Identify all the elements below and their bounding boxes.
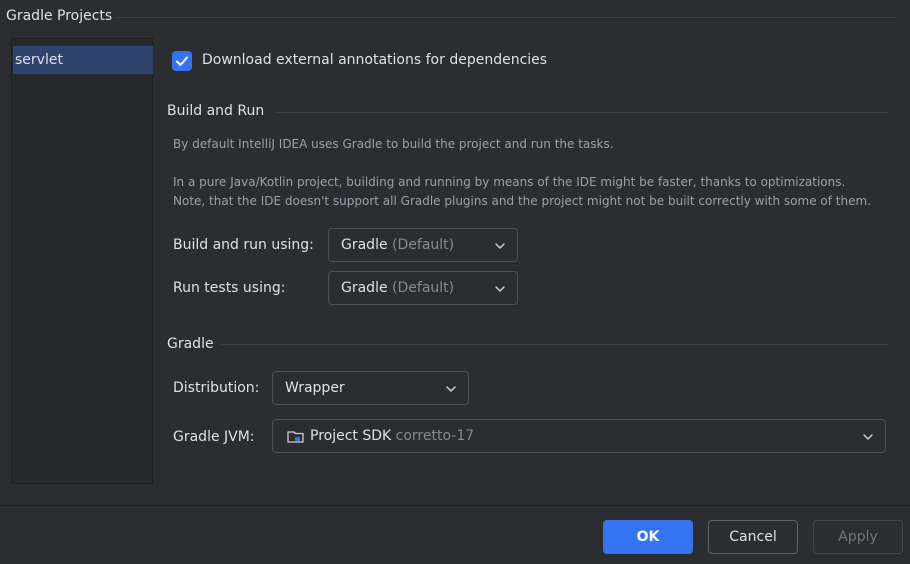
distribution-combo[interactable]: Wrapper [272,371,469,405]
download-annotations-checkbox[interactable] [172,51,192,71]
build-and-run-heading: Build and Run [167,103,265,119]
apply-button[interactable]: Apply [813,520,903,554]
ok-button[interactable]: OK [603,520,693,554]
chevron-down-icon [863,434,873,440]
gradle-jvm-label: Gradle JVM: [173,429,255,445]
folder-sdk-icon [287,431,304,443]
gradle-heading: Gradle [167,336,214,352]
build-and-run-separator [275,112,889,113]
page-title: Gradle Projects [6,8,113,24]
distribution-label: Distribution: [173,380,260,396]
build-run-description-3: Note, that the IDE doesn't support all G… [173,194,871,208]
run-tests-using-value: Gradle (Default) [341,280,455,296]
projects-list[interactable]: servlet [11,38,153,484]
checkmark-icon [176,56,188,66]
gradle-jvm-value: Project SDK corretto-17 [310,428,475,444]
build-run-using-combo[interactable]: Gradle (Default) [328,228,518,262]
list-item-servlet[interactable]: servlet [13,46,153,74]
build-run-using-label: Build and run using: [173,237,314,253]
build-run-description-2: In a pure Java/Kotlin project, building … [173,175,846,189]
chevron-down-icon [446,386,456,392]
chevron-down-icon [495,243,505,249]
run-tests-using-label: Run tests using: [173,280,286,296]
build-run-description-1: By default IntelliJ IDEA uses Gradle to … [173,137,614,151]
cancel-button[interactable]: Cancel [708,520,798,554]
build-run-using-value: Gradle (Default) [341,237,455,253]
footer-separator [0,505,910,506]
distribution-value: Wrapper [285,380,345,396]
run-tests-using-combo[interactable]: Gradle (Default) [328,271,518,305]
title-separator [116,17,896,18]
gradle-separator [221,344,889,345]
gradle-jvm-combo[interactable]: Project SDK corretto-17 [272,419,886,453]
download-annotations-label[interactable]: Download external annotations for depend… [202,52,547,68]
chevron-down-icon [495,286,505,292]
